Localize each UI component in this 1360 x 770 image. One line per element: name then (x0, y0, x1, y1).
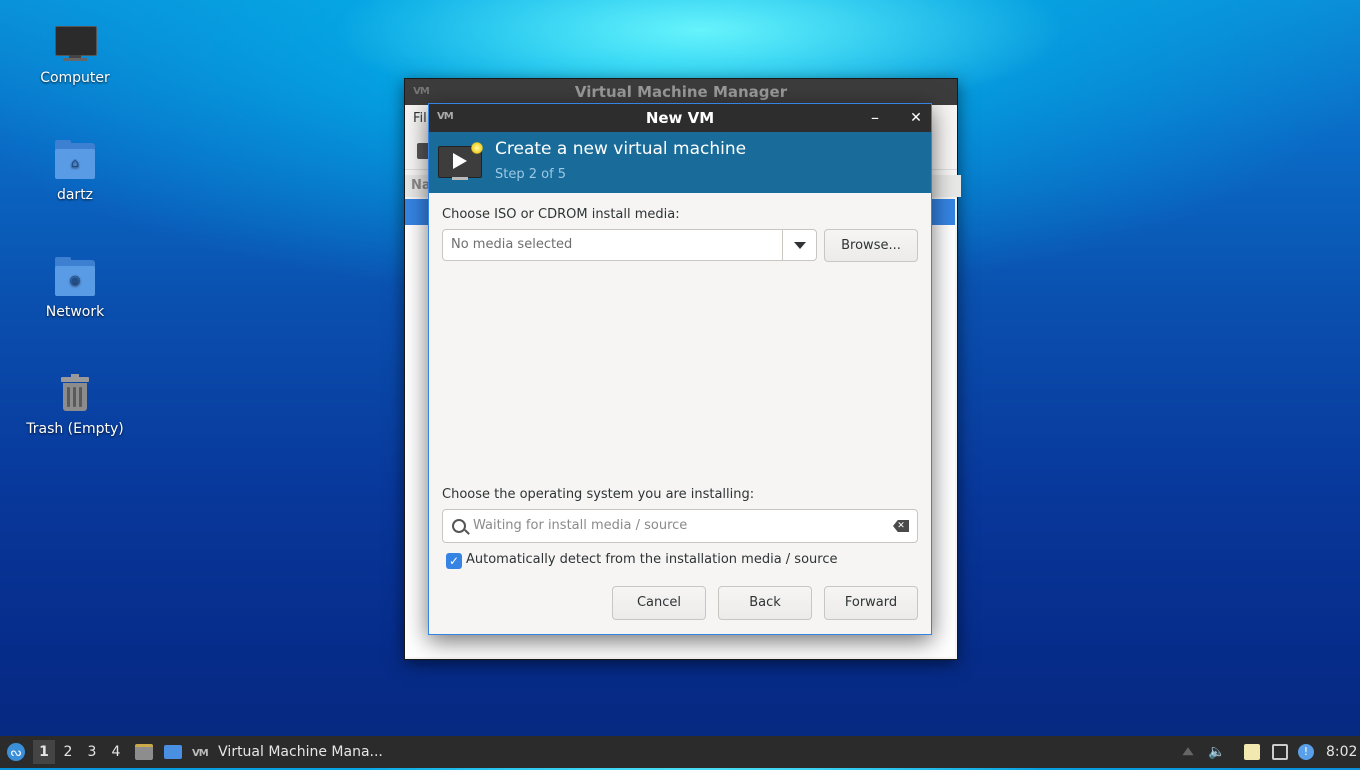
update-notifier-icon[interactable]: ! (1298, 744, 1314, 760)
home-folder-icon: ⌂ (51, 137, 99, 185)
tray-up-icon[interactable] (1182, 747, 1194, 756)
clear-icon[interactable]: ✕ (893, 520, 909, 532)
file-manager-launcher[interactable] (134, 736, 154, 768)
vmm-titlebar[interactable]: VM Virtual Machine Manager (405, 79, 957, 105)
wizard-banner: Create a new virtual machine Step 2 of 5 (429, 132, 931, 193)
desktop-icon (164, 745, 182, 759)
desktop-icon-label: Computer (40, 70, 110, 86)
vmm-logo-icon: VM (413, 86, 430, 97)
clipboard-icon[interactable] (1244, 744, 1260, 760)
app-menu-button[interactable]: ᔓ (6, 736, 28, 768)
desktop-icon-label: dartz (56, 187, 94, 203)
vmm-window-title: Virtual Machine Manager (574, 83, 788, 101)
desktop-icon-network[interactable]: ◉ Network (20, 254, 130, 320)
chevron-down-icon (794, 242, 806, 249)
minimize-button[interactable]: – (865, 108, 885, 128)
task-label: Virtual Machine Mana... (218, 744, 383, 760)
desktop-icon-trash[interactable]: Trash (Empty) (20, 371, 130, 437)
browse-button[interactable]: Browse... (824, 229, 918, 262)
back-button[interactable]: Back (718, 586, 812, 620)
os-search-placeholder: Waiting for install media / source (473, 518, 688, 533)
desktop-icon-label: Trash (Empty) (26, 421, 124, 437)
step-indicator: Step 2 of 5 (495, 167, 567, 182)
workspace-2[interactable]: 2 (57, 740, 79, 764)
install-media-combo[interactable]: No media selected (442, 229, 817, 261)
lxqt-logo-icon: ᔓ (7, 743, 25, 761)
os-search-input[interactable]: Waiting for install media / source ✕ (442, 509, 918, 543)
clock[interactable]: 8:02 (1326, 736, 1357, 768)
search-icon (452, 519, 466, 533)
os-label: Choose the operating system you are inst… (442, 487, 755, 502)
new-vm-monitor-icon (438, 142, 484, 182)
desktop-icon-label: Network (45, 304, 105, 320)
task-vmm[interactable]: VM Virtual Machine Mana... (192, 736, 392, 768)
install-media-value[interactable]: No media selected (451, 230, 572, 260)
auto-detect-checkbox[interactable]: ✓ (446, 553, 462, 569)
volume-icon[interactable]: 🔈 (1208, 744, 1225, 760)
menu-file[interactable]: Fil (413, 111, 427, 126)
media-dropdown-button[interactable] (783, 230, 817, 260)
workspace-4[interactable]: 4 (105, 740, 127, 764)
cancel-button[interactable]: Cancel (612, 586, 706, 620)
workspace-1[interactable]: 1 (33, 740, 55, 764)
forward-button[interactable]: Forward (824, 586, 918, 620)
trash-icon (51, 371, 99, 419)
network-folder-icon: ◉ (51, 254, 99, 302)
computer-icon (51, 20, 99, 68)
file-manager-icon (135, 744, 153, 760)
auto-detect-label[interactable]: Automatically detect from the installati… (466, 552, 837, 567)
desktop-icon-computer[interactable]: Computer (20, 20, 130, 86)
close-button[interactable]: ✕ (906, 108, 926, 128)
show-desktop-launcher[interactable] (162, 736, 184, 768)
banner-title: Create a new virtual machine (495, 139, 747, 159)
dialog-title: New VM (645, 109, 715, 127)
desktop-icon-home-folder[interactable]: ⌂ dartz (20, 137, 130, 203)
network-monitor-icon[interactable] (1272, 744, 1288, 760)
dialog-titlebar[interactable]: VM New VM – ✕ (429, 104, 931, 132)
install-media-label: Choose ISO or CDROM install media: (442, 207, 680, 222)
taskbar: ᔓ 1 2 3 4 VM Virtual Machine Mana... 🔈 !… (0, 736, 1360, 768)
vmm-task-icon: VM (192, 748, 209, 759)
new-vm-dialog: VM New VM – ✕ Create a new virtual machi… (428, 103, 932, 635)
workspace-3[interactable]: 3 (81, 740, 103, 764)
